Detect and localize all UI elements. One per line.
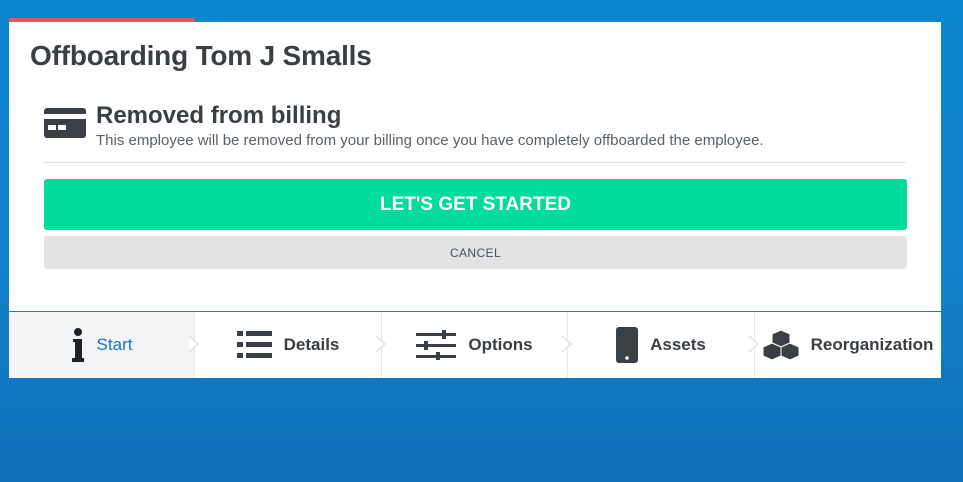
step-label: Details xyxy=(283,335,340,354)
chevron-right-icon xyxy=(375,336,387,352)
step-label: Reorganization xyxy=(810,335,934,354)
cancel-button[interactable]: CANCEL xyxy=(44,236,907,269)
step-label: Options xyxy=(468,335,533,354)
step-start[interactable]: Start xyxy=(9,312,200,378)
chevron-right-icon xyxy=(188,336,200,352)
step-reorganization[interactable]: Reorganization xyxy=(755,312,941,378)
step-assets[interactable]: Assets xyxy=(568,312,760,378)
step-nav: Start Details Options Assets Reorganizat… xyxy=(9,312,941,378)
chevron-right-icon xyxy=(561,336,573,352)
cubes-icon xyxy=(762,330,799,360)
sliders-icon xyxy=(416,330,457,360)
step-options[interactable]: Options xyxy=(382,312,573,378)
lets-get-started-button[interactable]: LET'S GET STARTED xyxy=(44,179,907,230)
step-details[interactable]: Details xyxy=(195,312,387,378)
modal-title: Offboarding Tom J Smalls xyxy=(30,40,372,71)
info-icon xyxy=(71,328,85,362)
billing-description: This employee will be removed from your … xyxy=(96,132,764,149)
billing-notice: Removed from billing This employee will … xyxy=(44,100,906,164)
list-icon xyxy=(236,331,272,359)
phone-icon xyxy=(616,327,639,363)
divider xyxy=(44,162,906,163)
credit-card-icon xyxy=(44,108,86,138)
billing-title: Removed from billing xyxy=(96,102,342,129)
step-label: Assets xyxy=(650,335,706,354)
offboarding-modal: Offboarding Tom J Smalls Removed from bi… xyxy=(9,22,941,311)
chevron-right-icon xyxy=(748,336,760,352)
step-label: Start xyxy=(96,335,133,354)
